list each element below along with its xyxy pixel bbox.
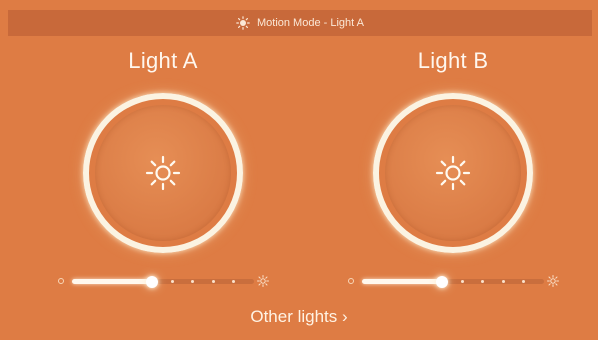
brightness-thumb[interactable]: [436, 276, 449, 288]
brightness-step-tick: [170, 280, 174, 283]
min-brightness-icon: [58, 278, 64, 284]
brightness-thumb[interactable]: [146, 276, 159, 288]
brightness-step-tick: [191, 280, 195, 283]
light-b-dial-face: [385, 105, 521, 241]
sun-icon: [236, 16, 250, 30]
brightness-step-tick: [460, 280, 464, 283]
light-a-power-dial[interactable]: [83, 93, 243, 253]
light-b-power-dial[interactable]: [373, 93, 533, 253]
light-panel-b: Light B: [308, 36, 598, 306]
brightness-step-tick: [522, 280, 526, 283]
brightness-fill: [362, 279, 443, 284]
brightness-step-tick: [232, 280, 236, 283]
app-window: Motion Mode - Light A Light A Light B Ot…: [0, 0, 598, 340]
light-a-brightness-slider[interactable]: [58, 274, 269, 290]
light-b-title: Light B: [417, 48, 489, 73]
light-a-title: Light A: [128, 48, 198, 73]
min-brightness-icon: [348, 278, 354, 284]
brightness-fill: [72, 279, 153, 284]
light-b-brightness-slider[interactable]: [348, 274, 559, 290]
brightness-track[interactable]: [72, 276, 254, 288]
light-a-dial-face: [95, 105, 231, 241]
sun-icon: [433, 153, 473, 193]
max-brightness-icon: [547, 275, 559, 287]
brightness-step-tick: [501, 280, 505, 283]
light-panel-a: Light A: [18, 36, 308, 306]
max-brightness-icon: [257, 275, 269, 287]
other-lights-link[interactable]: Other lights ›: [250, 307, 347, 326]
sun-icon: [143, 153, 183, 193]
title-bar: Motion Mode - Light A: [8, 10, 592, 36]
brightness-step-tick: [211, 280, 215, 283]
brightness-track[interactable]: [362, 276, 544, 288]
window-title: Motion Mode - Light A: [256, 17, 364, 29]
other-lights-row: Other lights ›: [0, 307, 598, 327]
brightness-step-tick: [481, 280, 485, 283]
